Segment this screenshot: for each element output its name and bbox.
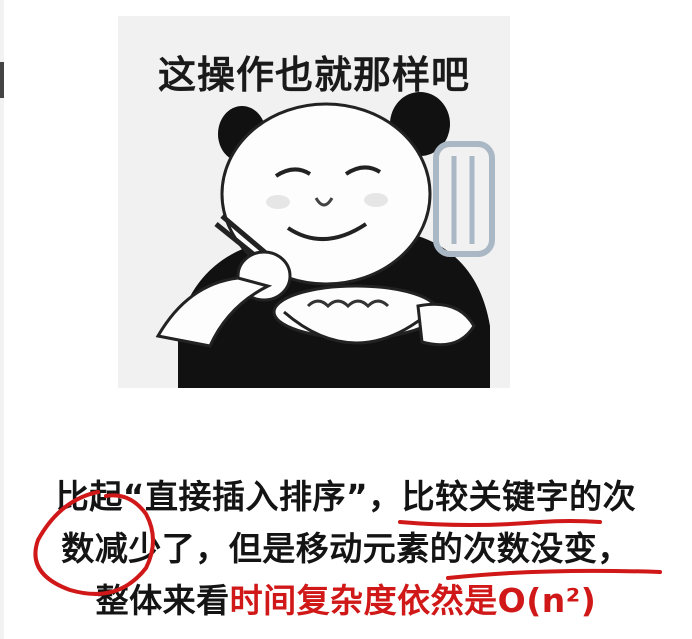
explanation-line-3-black: 整体来看 <box>95 581 230 620</box>
meme-image: 这操作也就那样吧 <box>118 16 510 388</box>
explanation-line-2: 数减少了，但是移动元素的次数没变， <box>61 529 631 568</box>
explanation-line-3: 整体来看时间复杂度依然是O(n²) <box>0 574 692 622</box>
explanation-line-1: 比起“直接插入排序”，比较关键字的次 <box>55 477 637 516</box>
explanation-line-3-highlight: 时间复杂度依然是O(n²) <box>229 581 597 620</box>
meme-caption: 这操作也就那样吧 <box>157 53 470 97</box>
